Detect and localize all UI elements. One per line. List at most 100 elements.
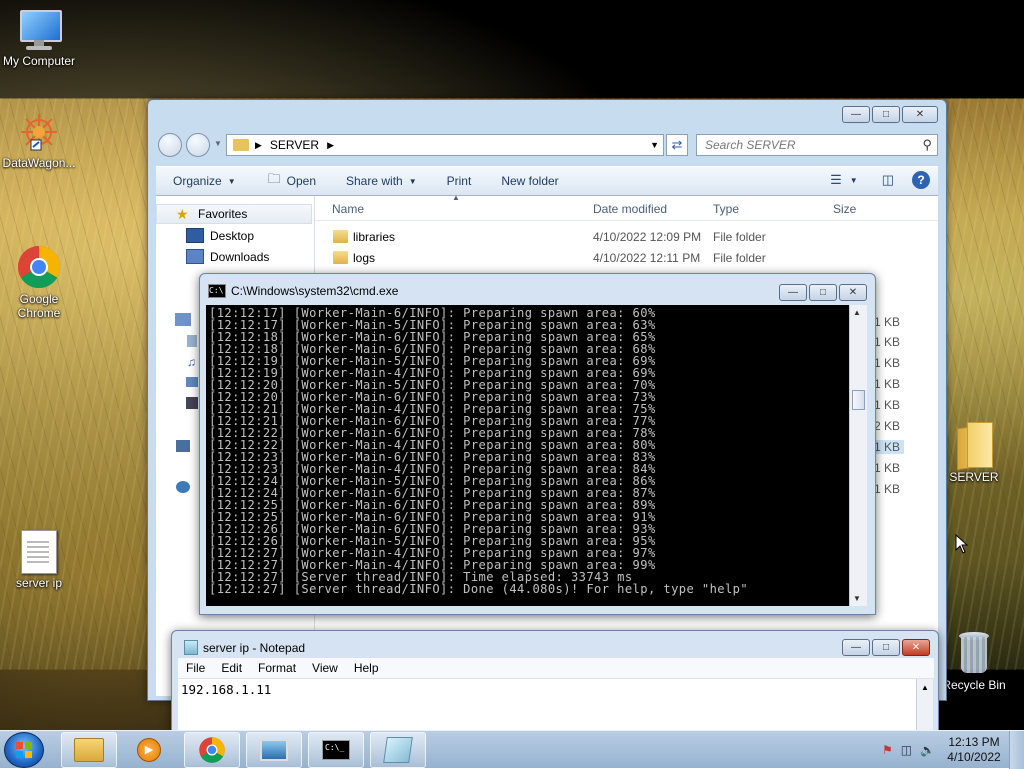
menu-edit[interactable]: Edit [221, 661, 242, 675]
notepad-icon [184, 640, 198, 655]
clock[interactable]: 12:13 PM 4/10/2022 [939, 735, 1009, 765]
taskbar-media-player[interactable]: ▶ [121, 732, 177, 768]
open-icon: 🗀 [267, 171, 281, 186]
minimize-button[interactable]: — [842, 106, 870, 123]
maximize-button[interactable]: □ [872, 106, 900, 123]
menu-format[interactable]: Format [258, 661, 296, 675]
folder-icon [74, 738, 104, 762]
mouse-cursor-icon [955, 534, 969, 554]
nav-label: Desktop [210, 228, 255, 243]
notepad-menubar: File Edit Format View Help [178, 658, 934, 679]
volume-icon[interactable]: 🔈 [920, 743, 935, 757]
close-button[interactable]: ✕ [839, 284, 867, 301]
organize-button[interactable]: Organize ▼ [164, 174, 245, 188]
desktop-icon-datawagon[interactable]: DataWagon... [0, 110, 78, 170]
close-button[interactable]: ✕ [902, 106, 938, 123]
nav-item-desktop[interactable]: Desktop [186, 228, 254, 243]
network-icon [176, 481, 190, 493]
windows-logo-icon [16, 742, 33, 759]
preview-pane-icon[interactable]: ◫ [882, 172, 894, 188]
minimize-button[interactable]: — [779, 284, 807, 301]
scroll-thumb[interactable] [852, 390, 865, 410]
column-date-modified[interactable]: Date modified [593, 202, 667, 216]
column-header: Name ▲ Date modified Type Size [315, 193, 938, 221]
file-date: 4/10/2022 12:11 PM [593, 251, 701, 265]
show-desktop-button[interactable] [1009, 731, 1024, 769]
share-with-button[interactable]: Share with ▼ [337, 174, 426, 188]
photo-viewer-icon [260, 739, 288, 761]
view-options-icon[interactable]: ☰ [830, 172, 842, 188]
nav-item-favorites[interactable]: ★ Favorites [176, 205, 248, 222]
datawagon-icon [17, 110, 61, 154]
sort-up-icon: ▲ [452, 193, 460, 202]
chevron-down-icon[interactable]: ▼ [650, 140, 659, 150]
system-tray: ⚑ ◫ 🔈 12:13 PM 4/10/2022 [878, 731, 1024, 769]
help-icon[interactable]: ? [912, 171, 930, 189]
print-button[interactable]: Print [438, 174, 481, 188]
column-size[interactable]: Size [833, 202, 856, 216]
breadcrumb-arrow-icon[interactable]: ▶ [255, 140, 262, 151]
folder-icon [233, 139, 249, 151]
open-button[interactable]: 🗀 Open [259, 170, 325, 192]
minimize-button[interactable]: — [842, 639, 870, 656]
close-button[interactable]: ✕ [902, 639, 930, 656]
recent-pages-icon[interactable]: ▼ [214, 139, 222, 148]
file-size: 1 KB [874, 461, 901, 475]
file-name: logs [353, 251, 376, 265]
nav-item-downloads[interactable]: Downloads [186, 249, 269, 264]
menu-file[interactable]: File [186, 661, 205, 675]
new-folder-button[interactable]: New folder [492, 174, 567, 188]
scroll-up-icon[interactable]: ▲ [853, 308, 861, 317]
taskbar-chrome[interactable] [184, 732, 240, 768]
file-row[interactable]: logs 4/10/2022 12:11 PM File folder [315, 248, 938, 268]
forward-button[interactable] [186, 133, 210, 157]
action-center-icon[interactable]: ⚑ [882, 743, 893, 757]
explorer-navbar: ▼ ▶ SERVER ▶ ▼ ⇄ Search SERVER ⚲ [156, 133, 938, 159]
maximize-button[interactable]: □ [809, 284, 837, 301]
cmd-window: C:\ C:\Windows\system32\cmd.exe — □ ✕ [1… [199, 273, 876, 615]
column-type[interactable]: Type [713, 202, 739, 216]
nav-label: Favorites [198, 207, 248, 221]
menu-view[interactable]: View [312, 661, 338, 675]
menu-help[interactable]: Help [354, 661, 379, 675]
file-size: 1 KB [874, 315, 901, 329]
notepad-scrollbar[interactable]: ▲ [916, 679, 933, 730]
recycle-bin-icon [959, 632, 989, 676]
address-bar[interactable]: ▶ SERVER ▶ ▼ [226, 134, 664, 156]
scroll-up-icon[interactable]: ▲ [921, 683, 929, 692]
search-icon[interactable]: ⚲ [922, 135, 932, 155]
clock-date: 4/10/2022 [947, 750, 1001, 764]
desktop-icon-google-chrome[interactable]: Google Chrome [0, 216, 78, 334]
console-output[interactable]: [12:12:17] [Worker-Main-6/INFO]: Prepari… [206, 305, 849, 606]
scroll-down-icon[interactable]: ▼ [853, 594, 861, 603]
desktop-icon-label: My Computer [2, 54, 76, 68]
start-button[interactable] [4, 732, 44, 768]
desktop-icon-my-computer[interactable]: My Computer [0, 8, 78, 68]
file-size: 1 KB [874, 335, 901, 349]
file-row[interactable]: libraries 4/10/2022 12:09 PM File folder [315, 227, 938, 247]
file-name: libraries [353, 230, 396, 244]
star-icon: ★ [176, 205, 189, 222]
notepad-text-area[interactable]: 192.168.1.11 [178, 679, 916, 730]
notepad-title-buttons: — □ ✕ [840, 639, 930, 656]
desktop-icon-server-ip[interactable]: server ip [0, 530, 78, 590]
file-size: 1 KB [874, 398, 901, 412]
back-button[interactable] [158, 133, 182, 157]
taskbar-notepad[interactable] [370, 732, 426, 768]
taskbar-explorer[interactable] [61, 732, 117, 768]
refresh-button[interactable]: ⇄ [666, 134, 688, 156]
downloads-icon [186, 249, 204, 264]
console-scrollbar[interactable]: ▲ ▼ [849, 305, 867, 606]
videos-icon [186, 397, 198, 409]
maximize-button[interactable]: □ [872, 639, 900, 656]
notepad-title-text: server ip - Notepad [203, 640, 306, 655]
network-icon[interactable]: ◫ [901, 743, 912, 757]
column-name[interactable]: Name [332, 202, 364, 216]
desktop-icon [186, 228, 204, 243]
chevron-down-icon[interactable]: ▼ [850, 176, 858, 185]
search-input[interactable]: Search SERVER ⚲ [696, 134, 938, 156]
taskbar-cmd[interactable]: C:\_ [308, 732, 364, 768]
breadcrumb-arrow-icon[interactable]: ▶ [327, 140, 334, 151]
taskbar-photo-viewer[interactable] [246, 732, 302, 768]
desktop-icon-label: server ip [15, 576, 62, 590]
